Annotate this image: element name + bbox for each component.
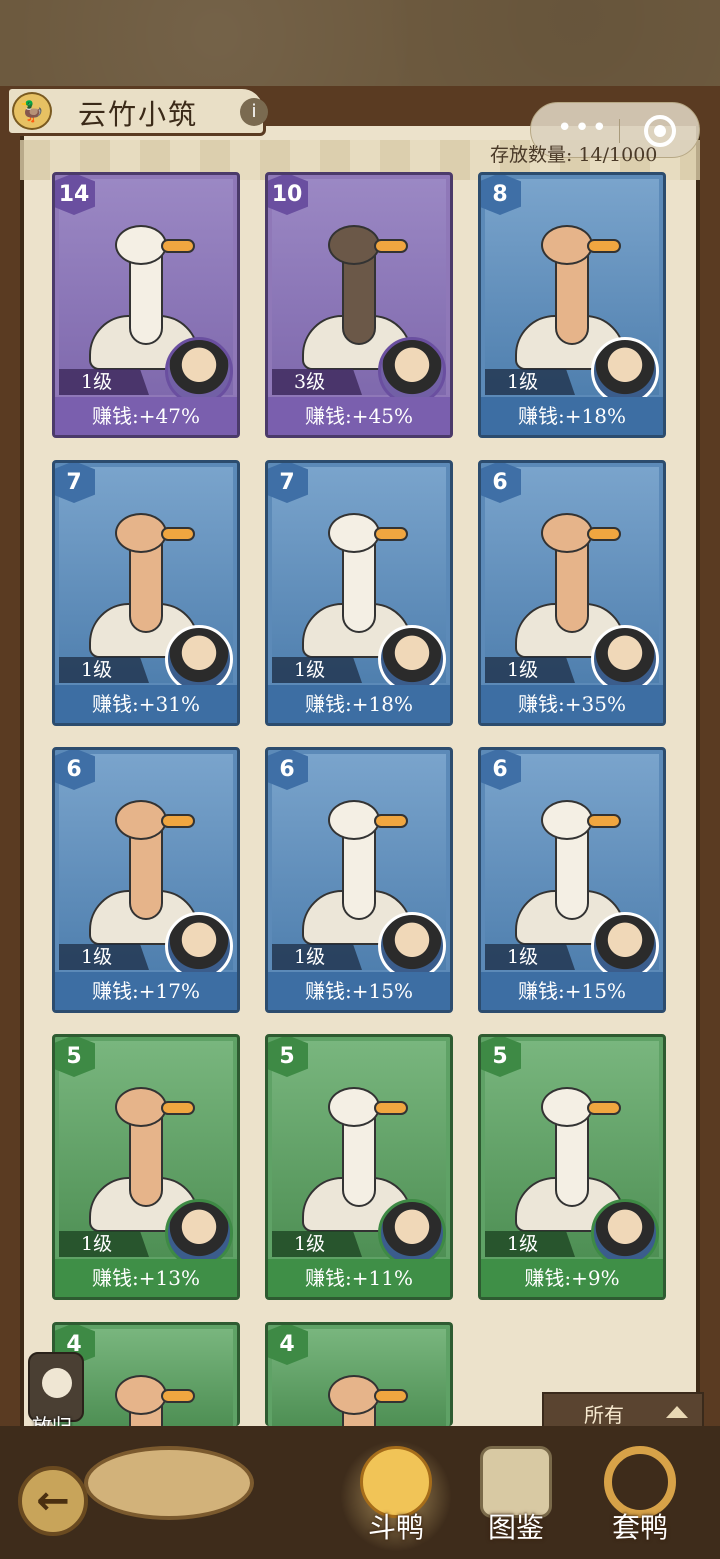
star-badge: 7	[268, 463, 308, 503]
earn-label: 赚钱:+31%	[55, 685, 237, 723]
duck-card[interactable]: 7 1级 赚钱:+31%	[52, 460, 240, 726]
filter-value: 所有	[584, 1403, 624, 1427]
duck-card[interactable]: 5 1级 赚钱:+13%	[52, 1034, 240, 1300]
duck-card[interactable]: 6 1级 赚钱:+15%	[265, 747, 453, 1013]
duck-card[interactable]: 6 1级 赚钱:+15%	[478, 747, 666, 1013]
earn-label: 赚钱:+35%	[481, 685, 663, 723]
star-badge: 8	[481, 175, 521, 215]
star-badge: 6	[481, 750, 521, 790]
duck-card[interactable]: 10 3级 赚钱:+45%	[265, 172, 453, 438]
level-label: 1级	[485, 944, 575, 970]
back-arrow-icon[interactable]: ←	[18, 1466, 88, 1536]
tab-fight-duck[interactable]: 斗鸭	[340, 1440, 452, 1552]
tab-codex[interactable]: 图鉴	[468, 1440, 564, 1552]
storage-count: 存放数量: 14/1000	[490, 144, 658, 166]
duck-card[interactable]: 14 1级 赚钱:+47%	[52, 172, 240, 438]
level-label: 1级	[485, 369, 575, 395]
star-badge: 5	[268, 1037, 308, 1077]
star-badge: 5	[55, 1037, 95, 1077]
earn-label: 赚钱:+45%	[268, 397, 450, 435]
level-label: 1级	[485, 1231, 575, 1257]
owner-avatar	[165, 1199, 233, 1267]
top-decor	[0, 0, 720, 86]
duck-card[interactable]: 8 1级 赚钱:+18%	[478, 172, 666, 438]
earn-label: 赚钱:+11%	[268, 1259, 450, 1297]
tab-catch-duck[interactable]: 套鸭	[592, 1440, 688, 1552]
info-button[interactable]: i	[240, 98, 268, 126]
owner-avatar	[591, 337, 659, 405]
owner-avatar	[591, 912, 659, 980]
page-title: 云竹小筑	[78, 98, 199, 131]
owner-avatar	[378, 337, 446, 405]
level-label: 3级	[272, 369, 362, 395]
owner-avatar	[378, 625, 446, 693]
duck-card[interactable]: 6 1级 赚钱:+35%	[478, 460, 666, 726]
earn-label: 赚钱:+18%	[268, 685, 450, 723]
tab-label: 套鸭	[611, 1511, 668, 1544]
duck-card[interactable]: 7 1级 赚钱:+18%	[265, 460, 453, 726]
level-label: 1级	[59, 369, 149, 395]
tab-label: 斗鸭	[367, 1511, 424, 1544]
duck-card[interactable]: 4	[265, 1322, 453, 1426]
wooden-basin	[84, 1446, 254, 1520]
star-badge: 5	[481, 1037, 521, 1077]
star-badge: 6	[268, 750, 308, 790]
earn-label: 赚钱:+15%	[481, 972, 663, 1010]
filter-dropdown[interactable]: 所有	[542, 1392, 704, 1430]
duck-card[interactable]: 6 1级 赚钱:+17%	[52, 747, 240, 1013]
owner-avatar	[165, 625, 233, 693]
level-label: 1级	[485, 657, 575, 683]
owner-avatar	[591, 625, 659, 693]
more-icon[interactable]: •••	[557, 113, 609, 143]
triangle-up-icon	[666, 1406, 688, 1418]
owner-avatar	[165, 912, 233, 980]
level-label: 1级	[59, 1231, 149, 1257]
duck-icon: 🦆	[12, 92, 52, 130]
level-label: 1级	[272, 1231, 362, 1257]
star-badge: 10	[268, 175, 308, 215]
owner-avatar	[591, 1199, 659, 1267]
duck-illustration	[89, 1355, 199, 1426]
star-badge: 6	[481, 463, 521, 503]
earn-label: 赚钱:+15%	[268, 972, 450, 1010]
owner-avatar	[378, 1199, 446, 1267]
duck-illustration	[302, 1355, 412, 1426]
star-badge: 7	[55, 463, 95, 503]
level-label: 1级	[59, 944, 149, 970]
level-label: 1级	[59, 657, 149, 683]
owner-avatar	[165, 337, 233, 405]
level-label: 1级	[272, 944, 362, 970]
star-badge: 4	[268, 1325, 308, 1365]
earn-label: 赚钱:+18%	[481, 397, 663, 435]
duck-card[interactable]: 5 1级 赚钱:+9%	[478, 1034, 666, 1300]
star-badge: 14	[55, 175, 95, 215]
earn-label: 赚钱:+47%	[55, 397, 237, 435]
earn-label: 赚钱:+9%	[481, 1259, 663, 1297]
star-badge: 6	[55, 750, 95, 790]
owner-avatar	[378, 912, 446, 980]
earn-label: 赚钱:+17%	[55, 972, 237, 1010]
level-label: 1级	[272, 657, 362, 683]
duck-card[interactable]: 5 1级 赚钱:+11%	[265, 1034, 453, 1300]
tab-label: 图鉴	[487, 1511, 544, 1544]
earn-label: 赚钱:+13%	[55, 1259, 237, 1297]
